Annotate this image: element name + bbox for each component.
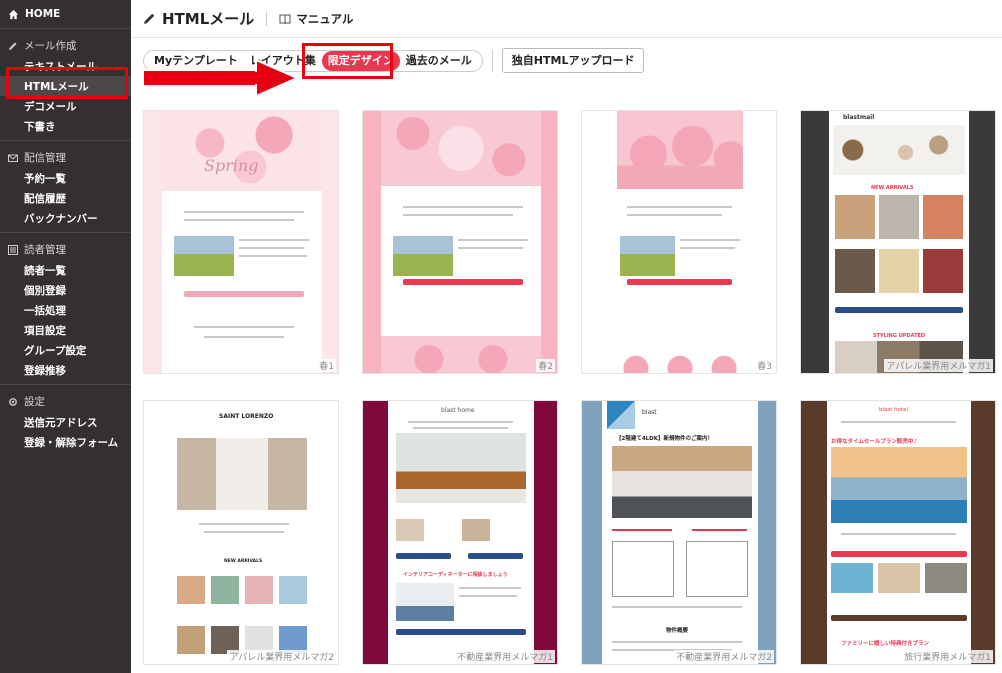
sidebar-item-label: 一括処理: [24, 304, 66, 317]
sidebar-section-label: メール作成: [24, 40, 77, 52]
sale-heading: お得なタイムセールプラン販売中♪: [831, 439, 917, 445]
brand-logo: blastmail: [843, 114, 875, 121]
new-arrivals-heading: NEW ARRIVALS: [871, 185, 914, 191]
blast-home-logo: blast home: [441, 407, 475, 414]
sidebar-item-trends[interactable]: 登録推移: [0, 360, 131, 380]
sidebar-item-label: バックナンバー: [24, 212, 98, 225]
spring-title: Spring: [204, 156, 259, 175]
sidebar-item-single-register[interactable]: 個別登録: [0, 280, 131, 300]
upload-html-button[interactable]: 独自HTMLアップロード: [501, 48, 645, 73]
interior-heading: インテリアコーディネーターに相談しましょう: [403, 572, 508, 578]
sidebar-item-deco-mail[interactable]: デコメール: [0, 96, 131, 116]
sidebar-item-label: 登録推移: [24, 364, 66, 377]
sidebar: HOME メール作成 テキストメール HTMLメール デコメール 下書き 配信管…: [0, 0, 131, 673]
arrow-icon: [142, 58, 300, 98]
page-title: HTMLメール: [143, 8, 254, 29]
gear-icon: [9, 397, 17, 406]
sidebar-item-forms[interactable]: 登録・解除フォーム: [0, 432, 131, 452]
sidebar-section-delivery: 配信管理: [0, 147, 131, 168]
template-card-realestate1[interactable]: blast home インテリアコーディネーターに相談しましょう 不動産業界用メ…: [362, 400, 558, 665]
sidebar-section-settings: 設定: [0, 391, 131, 412]
sidebar-item-sender[interactable]: 送信元アドレス: [0, 412, 131, 432]
sidebar-item-backnumber[interactable]: バックナンバー: [0, 208, 131, 228]
sidebar-section-label: 設定: [24, 396, 45, 408]
template-label: 不動産業界用メルマガ2: [674, 650, 774, 663]
template-label: 春3: [755, 359, 774, 372]
styling-heading: STYLING UPDATED: [873, 333, 926, 339]
overview-heading: 物件概要: [666, 628, 689, 634]
blast-hotel-logo: blast hotel: [879, 407, 909, 413]
pencil-icon: [144, 13, 155, 24]
sidebar-home-label: HOME: [25, 8, 61, 20]
blast-logo: blast: [642, 409, 657, 416]
sidebar-item-label: 予約一覧: [24, 172, 66, 185]
sidebar-item-label: 個別登録: [24, 284, 66, 297]
book-icon: [279, 14, 291, 24]
sidebar-home[interactable]: HOME: [0, 0, 131, 29]
template-card-spring1[interactable]: Spring 春1: [143, 110, 339, 374]
highlight-box-tab: [302, 43, 393, 79]
sidebar-section-label: 配信管理: [24, 152, 66, 164]
new-arrivals-heading: NEW ARRIVALS: [224, 559, 263, 564]
sidebar-item-bulk[interactable]: 一括処理: [0, 300, 131, 320]
template-label: アパレル業界用メルマガ1: [884, 359, 993, 372]
sidebar-section-label: 読者管理: [24, 244, 66, 256]
sidebar-item-reader-list[interactable]: 読者一覧: [0, 260, 131, 280]
saint-lorenzo-logo: SAINT LORENZO: [219, 413, 274, 420]
sidebar-item-scheduled[interactable]: 予約一覧: [0, 168, 131, 188]
sidebar-item-drafts[interactable]: 下書き: [0, 116, 131, 136]
sidebar-item-label: デコメール: [24, 100, 77, 113]
template-card-realestate2[interactable]: blast 【2階建て4LDK】新規物件のご案内！ 物件概要 不動産業界用メルマ…: [581, 400, 777, 665]
template-label: 春1: [317, 359, 336, 372]
header: HTMLメール マニュアル: [131, 0, 1002, 38]
template-card-spring3[interactable]: 春3: [581, 110, 777, 374]
highlight-box-sidebar: [6, 67, 128, 99]
template-label: 不動産業界用メルマガ1: [455, 650, 555, 663]
sidebar-item-label: グループ設定: [24, 344, 87, 357]
manual-link-label: マニュアル: [296, 11, 354, 26]
page-title-text: HTMLメール: [162, 10, 255, 28]
sidebar-section-readers: 読者管理: [0, 239, 131, 260]
header-divider: [266, 11, 268, 26]
list-icon: [8, 244, 18, 255]
sidebar-divider: [0, 384, 131, 385]
manual-link[interactable]: マニュアル: [279, 11, 353, 27]
sidebar-section-mail-create: メール作成: [0, 35, 131, 56]
sidebar-divider: [0, 140, 131, 141]
sidebar-item-label: 読者一覧: [24, 264, 66, 277]
tab-past-mails[interactable]: 過去のメール: [400, 51, 478, 71]
sidebar-item-label: 項目設定: [24, 324, 66, 337]
template-card-travel1[interactable]: blast hotel お得なタイムセールプラン販売中♪ ファミリーに嬉しい特典…: [800, 400, 996, 665]
template-card-apparel2[interactable]: SAINT LORENZO NEW ARRIVALS アパレル業界用メルマガ2: [143, 400, 339, 665]
template-card-spring2[interactable]: 春2: [362, 110, 558, 374]
tabs-divider: [491, 49, 493, 72]
property-heading: 【2階建て4LDK】新規物件のご案内！: [616, 436, 713, 442]
family-heading: ファミリーに嬉しい特典付きプラン: [841, 641, 930, 647]
template-label: 春2: [536, 359, 555, 372]
envelope-icon: [8, 154, 18, 162]
template-label: 旅行業界用メルマガ1: [902, 650, 993, 663]
home-icon: [8, 9, 19, 19]
template-card-apparel1[interactable]: blastmail NEW ARRIVALS STYLING UPDATED ア…: [800, 110, 996, 374]
sidebar-divider: [0, 232, 131, 233]
pencil-icon: [9, 42, 17, 50]
sidebar-item-groups[interactable]: グループ設定: [0, 340, 131, 360]
sidebar-item-history[interactable]: 配信履歴: [0, 188, 131, 208]
sidebar-item-fields[interactable]: 項目設定: [0, 320, 131, 340]
sidebar-item-label: 配信履歴: [24, 192, 66, 205]
sidebar-item-label: 登録・解除フォーム: [24, 436, 119, 449]
sidebar-item-label: 下書き: [24, 120, 56, 133]
template-label: アパレル業界用メルマガ2: [227, 650, 336, 663]
sidebar-item-label: 送信元アドレス: [24, 416, 98, 429]
